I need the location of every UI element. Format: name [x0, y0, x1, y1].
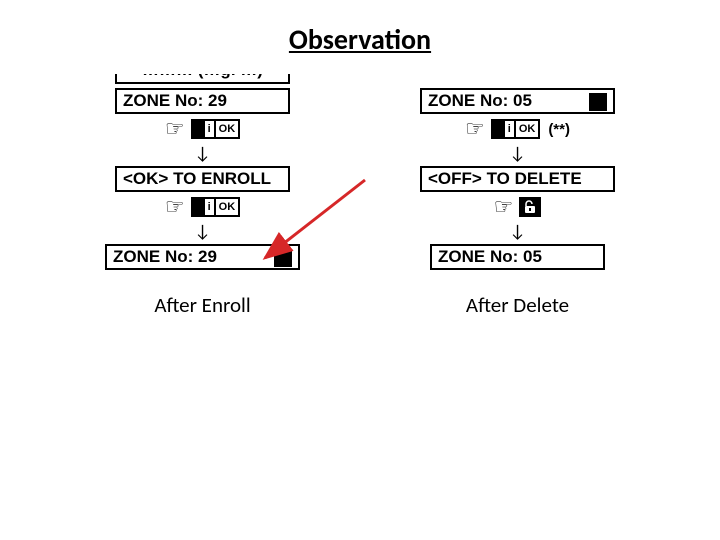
prompt-text: <OFF> TO DELETE — [428, 169, 582, 189]
asterisks-note: (**) — [548, 121, 570, 138]
segment-blank — [493, 121, 505, 137]
zone-display-before: ZONE No: 05 — [420, 88, 615, 114]
segment-i: i — [505, 121, 516, 137]
column-caption: After Delete — [466, 292, 569, 318]
pointing-hand-icon: ☞ — [465, 118, 485, 140]
prompt-text: <OK> TO ENROLL — [123, 169, 271, 189]
segment-ok: OK — [216, 121, 239, 137]
step-press-ok-1: ☞ i OK (**) — [465, 118, 570, 140]
pointing-hand-icon: ☞ — [494, 196, 514, 218]
zone-text: ZONE No: 05 — [428, 91, 532, 111]
delete-column: ZONE No: 05 ☞ i OK (**) ↓ <OFF> TO DELET… — [420, 74, 615, 318]
prompt-display: <OFF> TO DELETE — [420, 166, 615, 192]
zone-text: ZONE No: 29 — [113, 247, 217, 267]
unlock-icon — [519, 197, 541, 217]
cropped-top-spacer — [430, 74, 605, 84]
segment-ok: OK — [516, 121, 539, 137]
column-caption: After Enroll — [154, 292, 250, 318]
segment-blank — [193, 121, 205, 137]
zone-display-before: ZONE No: 29 — [115, 88, 290, 114]
step-press-ok-2: ☞ i OK — [165, 196, 240, 218]
arrow-down-icon: ↓ — [194, 144, 210, 162]
i-ok-button-icon: i OK — [491, 119, 541, 139]
segment-blank — [193, 199, 205, 215]
segment-i: i — [205, 121, 216, 137]
enrolled-indicator-block — [274, 249, 292, 267]
pointing-hand-icon: ☞ — [165, 118, 185, 140]
arrow-down-icon: ↓ — [509, 222, 525, 240]
prompt-display: <OK> TO ENROLL — [115, 166, 290, 192]
cropped-top-display: ……… (…g. …) — [115, 74, 290, 84]
enrolled-indicator-block — [589, 93, 607, 111]
i-ok-button-icon: i OK — [191, 197, 241, 217]
zone-text: ZONE No: 29 — [123, 91, 227, 111]
zone-display-after: ZONE No: 29 — [105, 244, 300, 270]
page-title: Observation — [0, 22, 720, 57]
step-press-off: ☞ — [494, 196, 542, 218]
arrow-down-icon: ↓ — [509, 144, 525, 162]
zone-text: ZONE No: 05 — [438, 247, 542, 267]
zone-display-after: ZONE No: 05 — [430, 244, 605, 270]
pointing-hand-icon: ☞ — [165, 196, 185, 218]
columns: ……… (…g. …) ZONE No: 29 ☞ i OK ↓ <OK> TO… — [0, 74, 720, 318]
segment-ok: OK — [216, 199, 239, 215]
i-ok-button-icon: i OK — [191, 119, 241, 139]
segment-i: i — [205, 199, 216, 215]
arrow-down-icon: ↓ — [194, 222, 210, 240]
enroll-column: ……… (…g. …) ZONE No: 29 ☞ i OK ↓ <OK> TO… — [105, 74, 300, 318]
step-press-ok-1: ☞ i OK — [165, 118, 240, 140]
